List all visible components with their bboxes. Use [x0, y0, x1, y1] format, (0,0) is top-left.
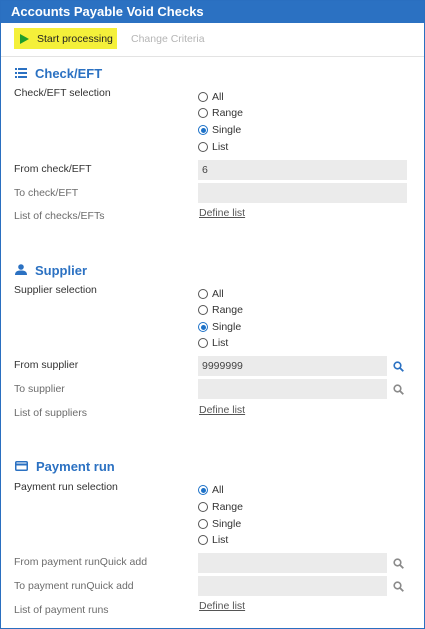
- start-processing-label: Start processing: [37, 32, 113, 45]
- to-supplier-label: To supplier: [14, 383, 65, 395]
- window-title: Accounts Payable Void Checks: [1, 1, 424, 23]
- payment-run-section-title: Payment run: [15, 458, 115, 474]
- radio-label: Single: [212, 321, 242, 333]
- to-supplier-input[interactable]: [198, 379, 387, 399]
- check-radio-all[interactable]: All: [198, 90, 224, 104]
- from-supplier-label: From supplier: [14, 359, 79, 371]
- radio-button[interactable]: [198, 108, 208, 118]
- define-list-checks-link[interactable]: Define list: [199, 207, 245, 219]
- radio-label: Range: [212, 304, 243, 316]
- radio-button[interactable]: [198, 519, 208, 529]
- from-check-input[interactable]: [198, 160, 407, 180]
- radio-label: Range: [212, 107, 243, 119]
- payment-radio-single[interactable]: Single: [198, 517, 241, 531]
- search-icon[interactable]: [389, 356, 407, 376]
- to-check-input[interactable]: [198, 183, 407, 203]
- from-check-label: From check/EFT: [14, 163, 92, 175]
- radio-label: All: [212, 91, 224, 103]
- supplier-radio-single[interactable]: Single: [198, 320, 241, 334]
- radio-button-selected[interactable]: [198, 322, 208, 332]
- list-icon: [15, 66, 27, 81]
- play-icon: [20, 33, 29, 44]
- person-icon: [15, 263, 27, 278]
- supplier-radio-all[interactable]: All: [198, 287, 224, 301]
- search-icon[interactable]: [389, 553, 407, 573]
- check-radio-single[interactable]: Single: [198, 123, 241, 137]
- from-payment-run-input[interactable]: [198, 553, 387, 573]
- payment-radio-list[interactable]: List: [198, 533, 228, 547]
- payment-radio-all[interactable]: All: [198, 483, 224, 497]
- check-eft-section-title: Check/EFT: [15, 65, 102, 81]
- radio-button[interactable]: [198, 535, 208, 545]
- define-list-payment-runs-link[interactable]: Define list: [199, 600, 245, 612]
- change-criteria-button[interactable]: Change Criteria: [131, 33, 205, 45]
- payment-run-selection-label: Payment run selection: [14, 481, 118, 493]
- radio-button-selected[interactable]: [198, 485, 208, 495]
- radio-label: List: [212, 534, 229, 546]
- radio-label: Single: [212, 518, 242, 530]
- search-icon[interactable]: [389, 576, 407, 596]
- supplier-radio-list[interactable]: List: [198, 336, 228, 350]
- radio-label: All: [212, 288, 224, 300]
- toolbar: Start processing Change Criteria: [1, 23, 424, 57]
- list-checks-label: List of checks/EFTs: [14, 210, 105, 222]
- payment-run-title-text: Payment run: [36, 458, 115, 474]
- to-payment-run-label: To payment runQuick add: [14, 580, 134, 592]
- radio-label: Range: [212, 501, 243, 513]
- supplier-radio-range[interactable]: Range: [198, 303, 243, 317]
- start-processing-button[interactable]: Start processing: [14, 28, 117, 49]
- window: Accounts Payable Void Checks Start proce…: [0, 0, 425, 629]
- search-icon[interactable]: [389, 379, 407, 399]
- check-radio-range[interactable]: Range: [198, 106, 243, 120]
- radio-button[interactable]: [198, 305, 208, 315]
- check-eft-selection-label: Check/EFT selection: [14, 87, 111, 99]
- to-check-label: To check/EFT: [14, 187, 79, 199]
- radio-button[interactable]: [198, 142, 208, 152]
- radio-button[interactable]: [198, 338, 208, 348]
- payment-radio-range[interactable]: Range: [198, 500, 243, 514]
- from-supplier-input[interactable]: [198, 356, 387, 376]
- radio-label: List: [212, 337, 229, 349]
- radio-label: Single: [212, 124, 242, 136]
- define-list-suppliers-link[interactable]: Define list: [199, 404, 245, 416]
- radio-button-selected[interactable]: [198, 125, 208, 135]
- list-suppliers-label: List of suppliers: [14, 407, 87, 419]
- from-payment-run-label: From payment runQuick add: [14, 556, 148, 568]
- radio-button[interactable]: [198, 502, 208, 512]
- supplier-selection-label: Supplier selection: [14, 284, 97, 296]
- radio-label: List: [212, 141, 229, 153]
- radio-button[interactable]: [198, 289, 208, 299]
- radio-button[interactable]: [198, 92, 208, 102]
- card-icon: [15, 459, 28, 474]
- supplier-title-text: Supplier: [35, 262, 88, 278]
- check-radio-list[interactable]: List: [198, 140, 228, 154]
- list-payment-runs-label: List of payment runs: [14, 604, 109, 616]
- radio-label: All: [212, 484, 224, 496]
- check-eft-title-text: Check/EFT: [35, 65, 103, 81]
- supplier-section-title: Supplier: [15, 262, 87, 278]
- to-payment-run-input[interactable]: [198, 576, 387, 596]
